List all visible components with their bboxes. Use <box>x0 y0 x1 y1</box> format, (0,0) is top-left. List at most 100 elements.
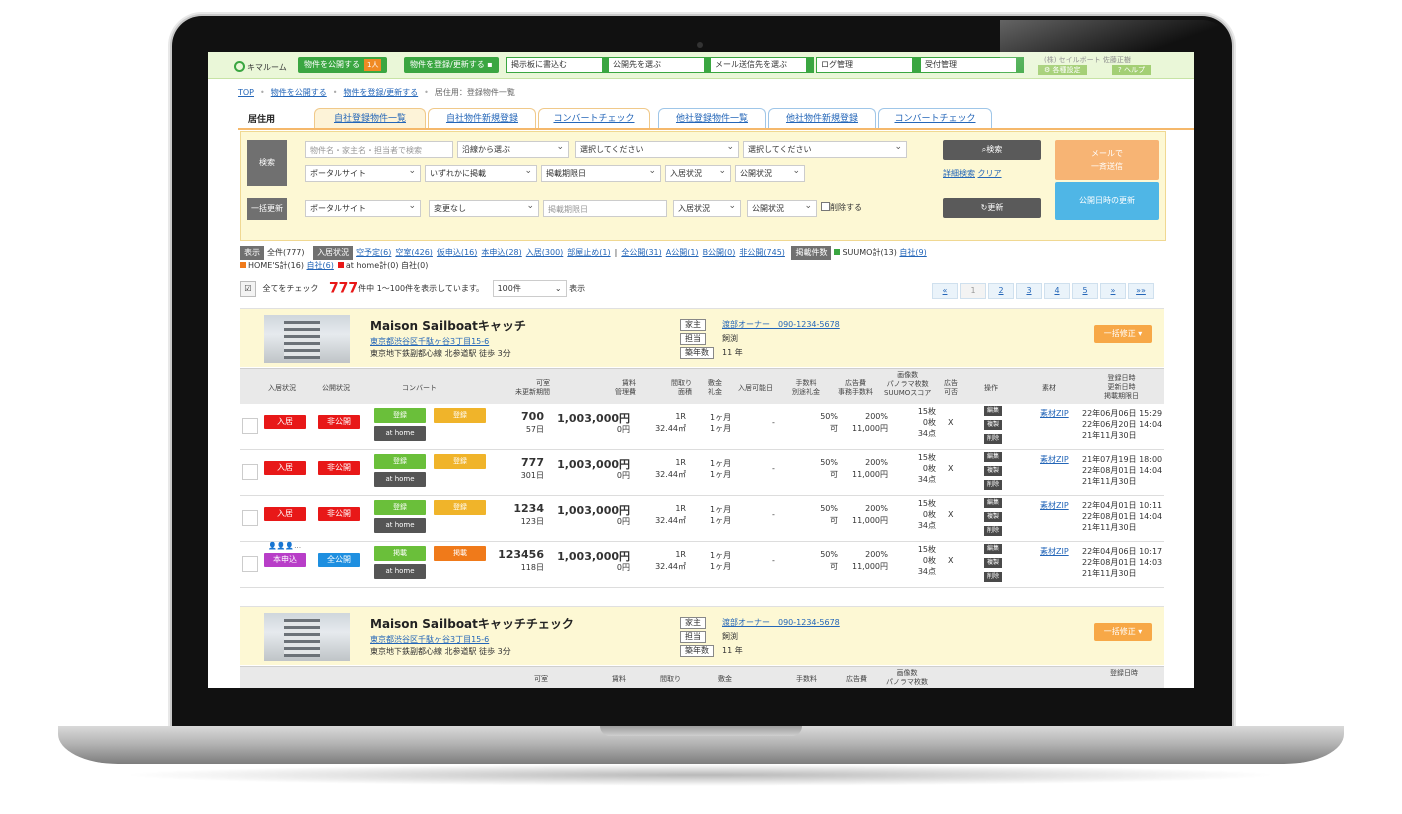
property-address[interactable]: 東京都渋谷区千駄ヶ谷3丁目15-6 <box>370 336 489 347</box>
public-status[interactable]: 全公開 <box>318 553 360 567</box>
pager-5[interactable]: 5 <box>1072 283 1098 299</box>
pager-last[interactable]: »» <box>1128 283 1154 299</box>
material-zip-link[interactable]: 素材ZIP <box>1040 454 1069 465</box>
tab-other-convert[interactable]: コンバートチェック <box>878 108 992 129</box>
convert-athome-button[interactable]: at home <box>374 472 426 487</box>
delete-button[interactable]: 削除 <box>984 434 1002 444</box>
log-management-select[interactable]: ログ管理 <box>816 57 920 73</box>
filter-public-1[interactable]: A公開(1) <box>666 248 699 257</box>
filter-occupancy-1[interactable]: 空室(426) <box>395 248 433 257</box>
convert-athome-button[interactable]: at home <box>374 518 426 533</box>
pager-3[interactable]: 3 <box>1016 283 1042 299</box>
filter-occupancy-2[interactable]: 仮申込(16) <box>437 248 477 257</box>
suumo-own-link[interactable]: 自社(9) <box>899 248 926 257</box>
tab-other-list[interactable]: 他社登録物件一覧 <box>658 108 766 129</box>
duplicate-button[interactable]: 複製 <box>984 512 1002 522</box>
occupancy-status[interactable]: 入居 <box>264 507 306 521</box>
material-zip-link[interactable]: 素材ZIP <box>1040 546 1069 557</box>
filter-occupancy-3[interactable]: 本申込(28) <box>481 248 521 257</box>
edit-button[interactable]: 編集 <box>984 452 1002 462</box>
tab-own-new[interactable]: 自社物件新規登録 <box>428 108 536 129</box>
edit-button[interactable]: 編集 <box>984 498 1002 508</box>
pager-1[interactable]: 1 <box>960 283 986 299</box>
edit-button[interactable]: 編集 <box>984 544 1002 554</box>
breadcrumb-publish[interactable]: 物件を公開する <box>271 88 327 97</box>
owner-value[interactable]: 渡部オーナー 090-1234-5678 <box>722 319 840 330</box>
public-status[interactable]: 非公開 <box>318 415 360 429</box>
app-logo[interactable]: キマルーム <box>234 61 287 73</box>
bulk-occupancy-select[interactable]: 入居状況 <box>673 199 741 217</box>
row-checkbox[interactable] <box>242 510 258 526</box>
duplicate-button[interactable]: 複製 <box>984 420 1002 430</box>
pager-next[interactable]: » <box>1100 283 1126 299</box>
register-property-button[interactable]: 物件を登録/更新する ▪ <box>404 57 499 73</box>
filter-public-3[interactable]: 非公開(745) <box>739 248 785 257</box>
occupancy-status[interactable]: 入居 <box>264 461 306 475</box>
bulk-edit-button[interactable]: 一括修正 ▾ <box>1094 325 1152 343</box>
duplicate-button[interactable]: 複製 <box>984 558 1002 568</box>
help-button[interactable]: ? ヘルプ <box>1112 65 1151 75</box>
mail-broadcast-button[interactable]: メールで 一斉送信 <box>1055 140 1159 180</box>
row-checkbox[interactable] <box>242 418 258 434</box>
filter-occupancy-0[interactable]: 空予定(6) <box>356 248 391 257</box>
breadcrumb-top[interactable]: TOP <box>238 88 254 97</box>
tab-other-new[interactable]: 他社物件新規登録 <box>768 108 876 129</box>
publish-destination-select[interactable]: 公開先を選ぶ <box>608 57 712 73</box>
owner-value-2[interactable]: 渡部オーナー 090-1234-5678 <box>722 617 840 628</box>
homes-own-link[interactable]: 自社(6) <box>307 261 334 270</box>
portal-select[interactable]: ポータルサイト <box>305 164 421 182</box>
tab-own-convert[interactable]: コンバートチェック <box>538 108 650 129</box>
occupancy-select[interactable]: 入居状況 <box>665 164 731 182</box>
board-select[interactable]: 掲示板に書込む <box>506 57 610 73</box>
convert-suumo-button[interactable]: 登録 <box>374 408 426 423</box>
filter-occupancy-5[interactable]: 部屋止め(1) <box>567 248 610 257</box>
check-all-label[interactable]: 全てをチェック <box>263 284 319 293</box>
convert-athome-button[interactable]: at home <box>374 426 426 441</box>
convert-homes-button[interactable]: 掲載 <box>434 546 486 561</box>
delete-checkbox[interactable]: 削除する <box>821 202 862 213</box>
area-select-2[interactable]: 選択してください <box>743 140 907 158</box>
convert-suumo-button[interactable]: 掲載 <box>374 546 426 561</box>
public-status-select[interactable]: 公開状況 <box>735 164 805 182</box>
listed-select[interactable]: いずれかに掲載 <box>425 164 537 182</box>
publish-property-button[interactable]: 物件を公開する 1人 <box>298 57 388 73</box>
delete-button[interactable]: 削除 <box>984 480 1002 490</box>
delete-button[interactable]: 削除 <box>984 572 1002 582</box>
search-button[interactable]: ⌕検索 <box>943 140 1041 160</box>
filter-public-0[interactable]: 全公開(31) <box>621 248 661 257</box>
public-status[interactable]: 非公開 <box>318 507 360 521</box>
area-select-1[interactable]: 選択してください <box>575 140 739 158</box>
filter-occupancy-4[interactable]: 入居(300) <box>526 248 564 257</box>
pubdate-update-button[interactable]: 公開日時の更新 <box>1055 182 1159 220</box>
per-page-select[interactable]: 100件 ⌄ <box>492 280 567 297</box>
pager-first[interactable]: « <box>932 283 958 299</box>
mail-destination-select[interactable]: メール送信先を選ぶ <box>710 57 814 73</box>
filter-public-2[interactable]: B公開(0) <box>703 248 736 257</box>
update-button[interactable]: ↻更新 <box>943 198 1041 218</box>
row-checkbox[interactable] <box>242 556 258 572</box>
tab-own-list[interactable]: 自社登録物件一覧 <box>314 108 426 129</box>
deadline-select[interactable]: 掲載期限日 <box>541 164 661 182</box>
occupancy-status[interactable]: 本申込 <box>264 553 306 567</box>
breadcrumb-register[interactable]: 物件を登録/更新する <box>343 88 418 97</box>
filter-all[interactable]: 全件(777) <box>267 248 305 257</box>
occupancy-status[interactable]: 入居 <box>264 415 306 429</box>
keyword-input[interactable]: 物件名・家主名・担当者で検索 <box>305 141 453 158</box>
public-status[interactable]: 非公開 <box>318 461 360 475</box>
bulk-nochange-select[interactable]: 変更なし <box>429 199 539 217</box>
pager-4[interactable]: 4 <box>1044 283 1070 299</box>
detail-search-link[interactable]: 詳細検索 <box>943 169 975 178</box>
row-checkbox[interactable] <box>242 464 258 480</box>
material-zip-link[interactable]: 素材ZIP <box>1040 500 1069 511</box>
edit-button[interactable]: 編集 <box>984 406 1002 416</box>
pager-2[interactable]: 2 <box>988 283 1014 299</box>
convert-suumo-button[interactable]: 登録 <box>374 454 426 469</box>
clear-link[interactable]: クリア <box>978 169 1002 178</box>
convert-suumo-button[interactable]: 登録 <box>374 500 426 515</box>
property-address-2[interactable]: 東京都渋谷区千駄ヶ谷3丁目15-6 <box>370 634 489 645</box>
bulk-deadline-input[interactable]: 掲載期限日 <box>543 200 667 217</box>
convert-homes-button[interactable]: 登録 <box>434 454 486 469</box>
convert-homes-button[interactable]: 登録 <box>434 408 486 423</box>
line-select[interactable]: 沿線から選ぶ <box>457 140 569 158</box>
bulk-edit-button-2[interactable]: 一括修正 ▾ <box>1094 623 1152 641</box>
